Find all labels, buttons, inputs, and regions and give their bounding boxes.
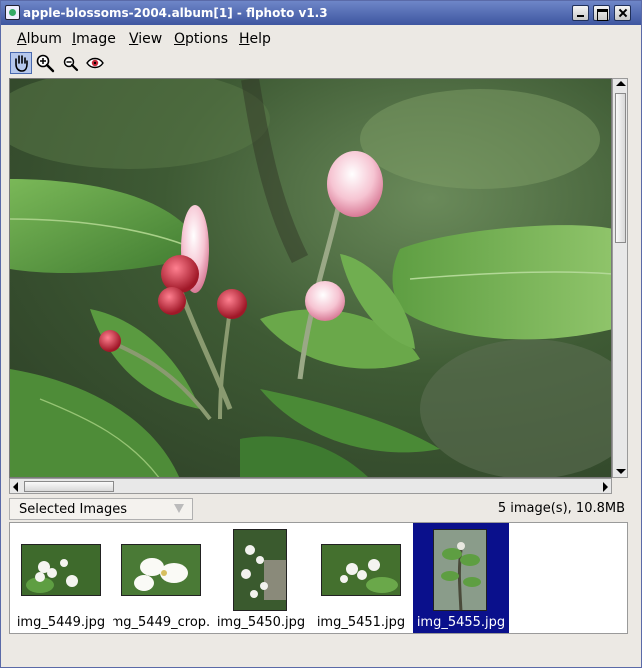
scroll-down-arrow-icon[interactable] — [616, 469, 626, 474]
image-count-status: 5 image(s), 10.8MB — [497, 501, 625, 516]
image-viewer[interactable] — [9, 78, 612, 478]
selection-label: Selected Images — [19, 502, 127, 517]
app-icon[interactable] — [5, 5, 20, 20]
photo-apple-blossoms — [10, 79, 611, 477]
thumbnail-image — [121, 544, 201, 596]
scroll-right-arrow-icon[interactable] — [603, 482, 608, 492]
tool-bar — [9, 51, 633, 75]
menu-bar: Album Image View Options Help — [9, 28, 633, 50]
pan-tool-button[interactable] — [10, 52, 32, 74]
thumbnail-image — [433, 529, 487, 611]
menu-image[interactable]: Image — [72, 31, 116, 47]
main-window: apple-blossoms-2004.album[1] - flphoto v… — [0, 0, 642, 668]
status-line — [9, 640, 633, 660]
zoom-out-icon — [63, 56, 79, 72]
thumbnail-image — [233, 529, 287, 611]
hand-icon — [15, 55, 28, 72]
scroll-left-arrow-icon[interactable] — [13, 482, 18, 492]
maximize-button[interactable] — [593, 5, 610, 21]
menu-album[interactable]: Album — [17, 31, 62, 47]
thumbnail-item-selected[interactable]: img_5455.jpg — [413, 523, 509, 633]
thumbnail-image — [21, 544, 101, 596]
thumbnail-panel[interactable]: img_5449.jpg img_5449_crop.jpg img_5450.… — [9, 522, 628, 634]
thumbnail-item[interactable]: img_5451.jpg — [313, 523, 409, 633]
red-eye-button[interactable] — [84, 52, 106, 74]
horizontal-scrollbar[interactable] — [9, 478, 612, 494]
thumbnail-image — [321, 544, 401, 596]
thumbnail-item[interactable]: img_5449_crop.jpg — [113, 523, 209, 633]
zoom-in-button[interactable] — [34, 52, 56, 74]
thumbnail-label: img_5449.jpg — [16, 615, 106, 630]
title-bar[interactable]: apple-blossoms-2004.album[1] - flphoto v… — [1, 1, 641, 25]
vertical-scroll-thumb[interactable] — [615, 93, 626, 243]
window-title: apple-blossoms-2004.album[1] - flphoto v… — [23, 6, 328, 20]
image-selection-dropdown[interactable]: Selected Images — [9, 498, 193, 520]
horizontal-scroll-thumb[interactable] — [24, 481, 114, 492]
thumbnail-item[interactable]: img_5450.jpg — [213, 523, 309, 633]
thumbnail-label: img_5449_crop.jpg — [113, 615, 209, 630]
scroll-up-arrow-icon[interactable] — [616, 81, 626, 86]
menu-view[interactable]: View — [129, 31, 162, 47]
thumbnail-label: img_5451.jpg — [316, 615, 406, 630]
thumbnail-label: img_5455.jpg — [416, 615, 506, 630]
dropdown-arrow-icon — [174, 504, 184, 513]
minimize-button[interactable] — [572, 5, 589, 21]
zoom-in-icon — [36, 54, 55, 73]
thumbnail-label: img_5450.jpg — [216, 615, 306, 630]
menu-help[interactable]: Help — [239, 31, 271, 47]
close-button[interactable] — [614, 5, 631, 21]
thumbnail-item[interactable]: img_5449.jpg — [13, 523, 109, 633]
zoom-out-button[interactable] — [59, 52, 81, 74]
eye-icon — [86, 57, 104, 69]
menu-options[interactable]: Options — [174, 31, 228, 47]
vertical-scrollbar[interactable] — [612, 78, 628, 478]
